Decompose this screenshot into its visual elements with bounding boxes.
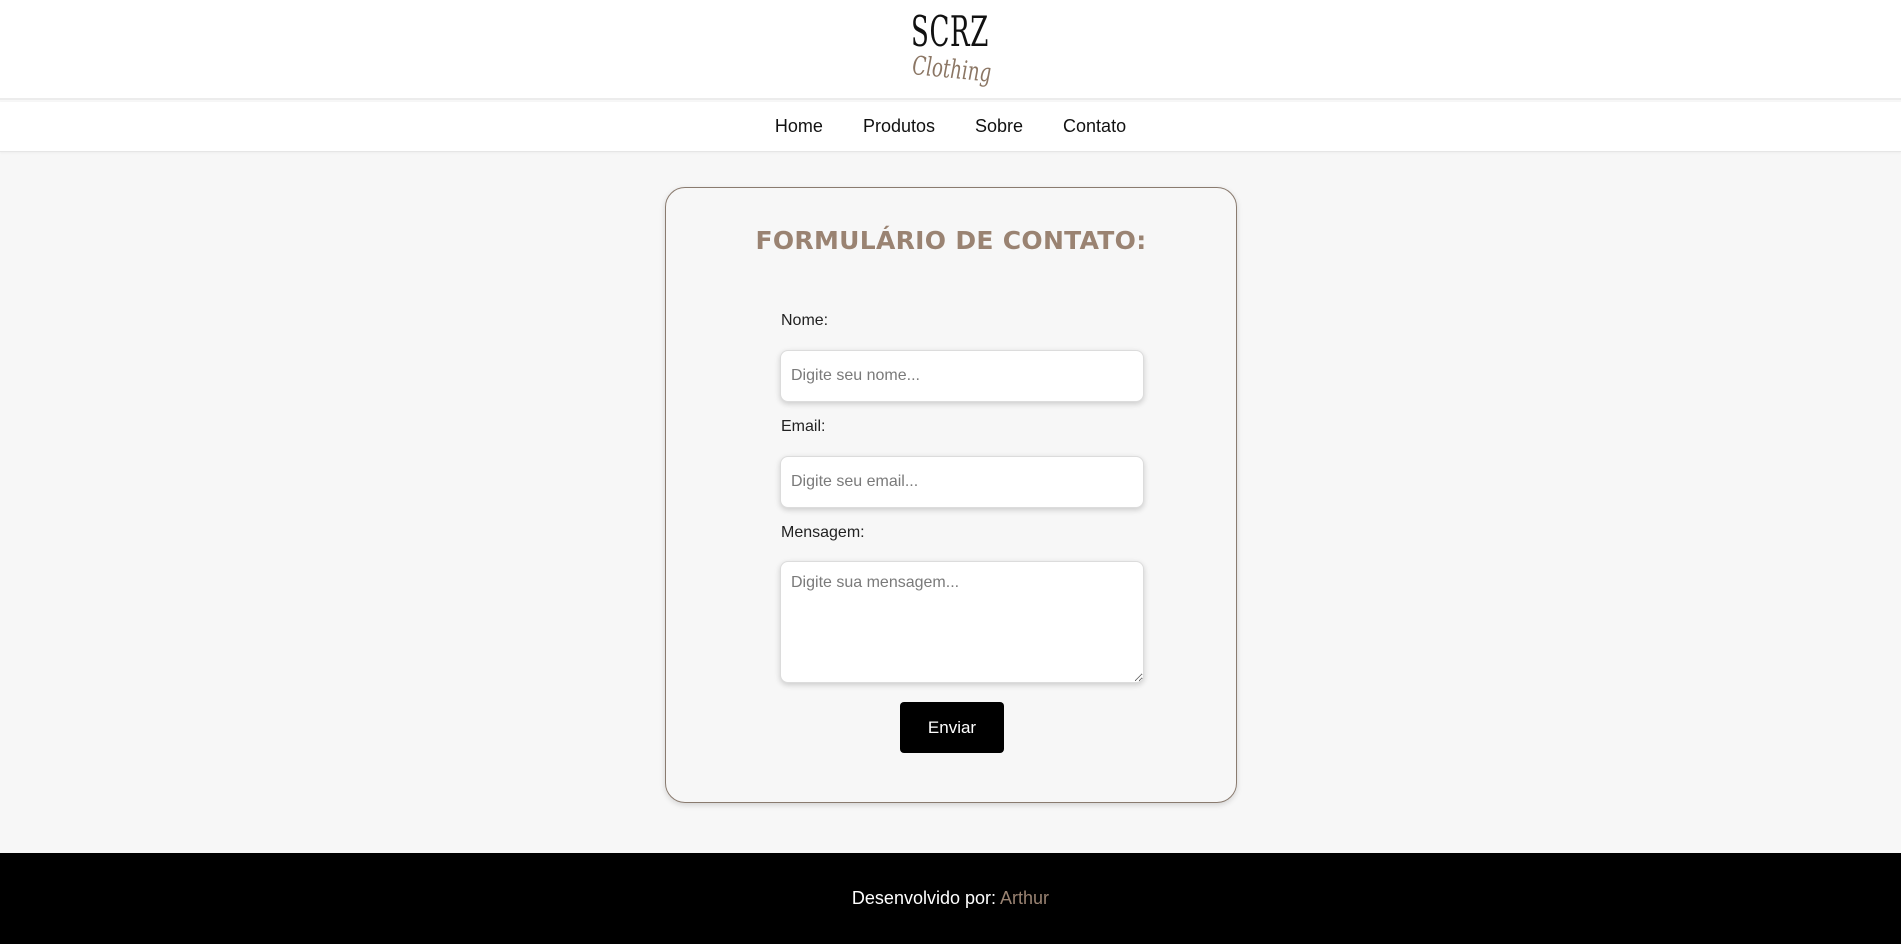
nav-item-sobre[interactable]: Sobre [975,116,1023,137]
nav-item-produtos[interactable]: Produtos [863,116,935,137]
message-label: Mensagem: [781,524,865,541]
site-footer: Desenvolvido por: Arthur [0,853,1901,944]
nav-item-contato[interactable]: Contato [1063,116,1126,137]
email-label: Email: [781,418,826,435]
main-nav: Home Produtos Sobre Contato [0,102,1901,152]
message-textarea[interactable] [780,561,1144,683]
nav-item-home[interactable]: Home [775,116,823,137]
footer-prefix: Desenvolvido por: [851,888,997,908]
name-label: Nome: [781,312,829,329]
submit-button[interactable]: Enviar [900,702,1004,753]
logo-wordmark: SCRZ [910,7,989,56]
email-input[interactable] [780,456,1144,508]
contact-form-card: FORMULÁRIO DE CONTATO: Nome: Email: Mens… [665,187,1237,803]
logo-subtitle: Clothing [911,51,992,89]
footer-author[interactable]: Arthur [1000,888,1049,908]
footer-credit: Desenvolvido por: Arthur [852,888,1049,909]
site-header: SCRZ Clothing [0,0,1901,100]
brand-logo[interactable]: SCRZ Clothing [906,5,996,97]
form-title: FORMULÁRIO DE CONTATO: [755,226,1147,255]
name-input[interactable] [780,350,1144,402]
